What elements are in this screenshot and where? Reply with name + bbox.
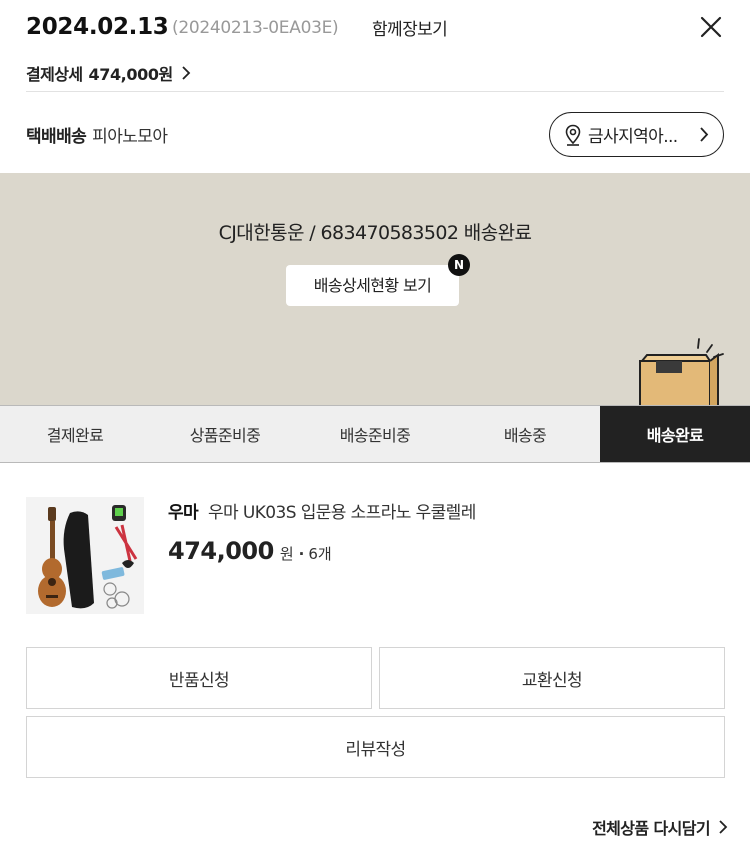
payment-detail-label: 결제상세: [26, 65, 83, 84]
step-preparing-product: 상품준비중: [189, 426, 261, 445]
order-id: (20240213-0EA03E): [172, 18, 339, 38]
price-row: 474,000 원 · 6개: [168, 537, 332, 565]
order-product-item: 우마 우마 UK03S 입문용 소프라노 우쿨렐레 474,000 원 · 6개: [26, 495, 726, 615]
product-quantity: 6개: [308, 545, 332, 563]
region-label: 금사지역아...: [588, 127, 678, 147]
return-request-button[interactable]: 반품신청: [26, 647, 372, 709]
step-delivered: 배송완료: [600, 406, 750, 462]
write-review-button[interactable]: 리뷰작성: [26, 716, 725, 778]
product-image[interactable]: [26, 497, 144, 614]
delivery-info: 택배배송 피아노모아: [26, 120, 168, 148]
step-payment-complete: 결제완료: [46, 426, 104, 445]
tracking-info: CJ대한통운 / 683470583502 배송완료: [218, 222, 532, 244]
order-header: 2024.02.13 (20240213-0EA03E) 함께장보기: [26, 12, 724, 46]
currency-label: 원: [279, 545, 294, 563]
exchange-request-button[interactable]: 교환신청: [379, 647, 725, 709]
tracking-panel: CJ대한통운 / 683470583502 배송완료 배송상세현황 보기 N: [0, 173, 750, 405]
product-name[interactable]: 우마 UK03S 입문용 소프라노 우쿨렐레: [208, 498, 476, 523]
location-pin-icon: [565, 124, 581, 146]
step-in-transit: 배송중: [503, 426, 547, 445]
chevron-right-icon: [719, 820, 728, 834]
payment-detail-link[interactable]: 결제상세 474,000원: [26, 60, 191, 86]
together-shopping-label: 함께장보기: [372, 20, 448, 40]
tracking-detail-button[interactable]: 배송상세현황 보기: [286, 265, 459, 306]
delivery-type: 택배배송: [26, 126, 87, 147]
reorder-all-label: 전체상품 다시담기: [592, 819, 711, 838]
delivery-progress-steps: 결제완료 상품준비중 배송준비중 배송중 배송완료: [0, 405, 750, 463]
product-price: 474,000: [168, 537, 274, 565]
delivery-box-icon: [639, 338, 724, 405]
separator-dot: ·: [298, 545, 305, 563]
product-brand: 우마: [168, 503, 199, 523]
seller-name: 피아노모아: [92, 126, 168, 147]
divider: [26, 91, 724, 92]
step-preparing-shipment: 배송준비중: [339, 426, 411, 445]
close-icon[interactable]: [698, 14, 724, 40]
chevron-right-icon: [182, 66, 191, 80]
region-button[interactable]: 금사지역아...: [549, 112, 724, 157]
order-date: 2024.02.13: [26, 14, 169, 40]
reorder-all-link[interactable]: 전체상품 다시담기: [592, 815, 728, 839]
payment-amount: 474,000원: [88, 65, 173, 84]
new-badge: N: [448, 254, 470, 276]
chevron-right-icon: [700, 127, 709, 142]
